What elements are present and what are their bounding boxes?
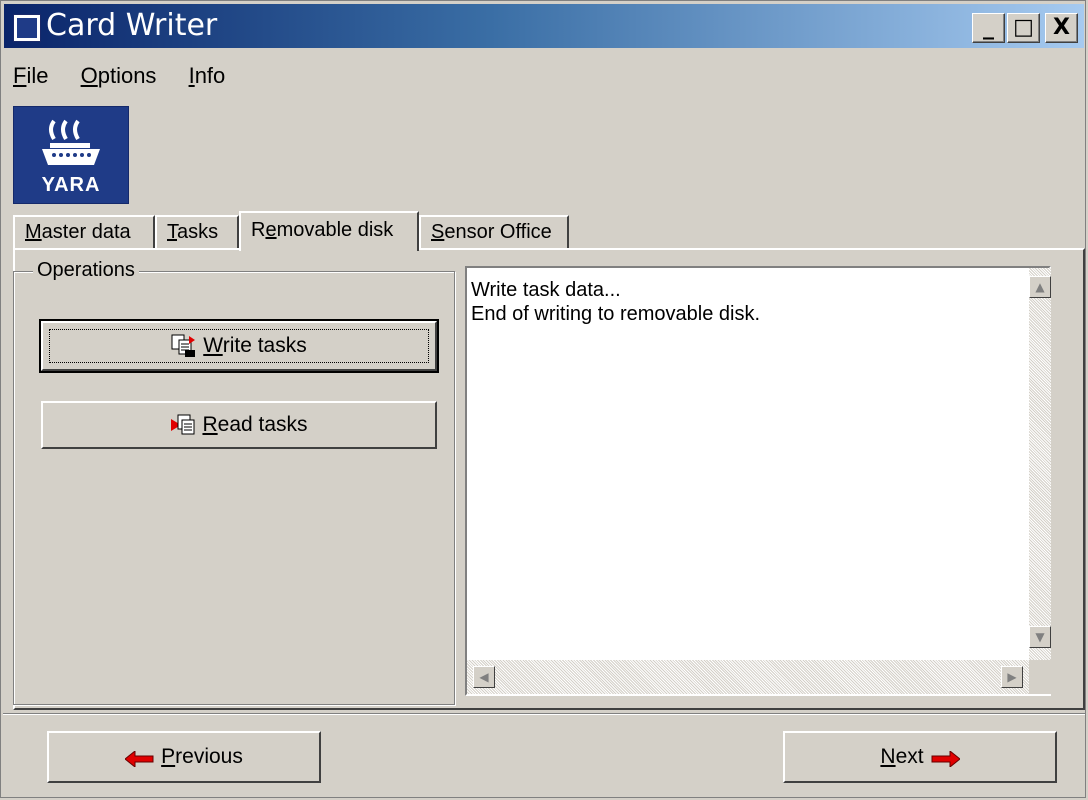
footer-divider (3, 713, 1085, 715)
menu-bar: File Options Info (13, 59, 251, 93)
previous-button[interactable]: Previous (47, 731, 321, 783)
close-button[interactable]: X (1045, 13, 1078, 43)
tab-master-data[interactable]: Master data (13, 215, 155, 249)
arrow-left-icon (124, 749, 155, 769)
minimize-button[interactable]: _ (972, 13, 1005, 43)
menu-options[interactable]: Options (81, 59, 157, 93)
scroll-left-arrow-icon[interactable]: ◀ (473, 666, 495, 688)
scroll-up-arrow-icon[interactable]: ▲ (1029, 276, 1051, 298)
app-icon[interactable] (13, 14, 41, 42)
log-line: Write task data... (471, 279, 621, 301)
scroll-down-arrow-icon[interactable]: ▼ (1029, 626, 1051, 648)
operations-label: Operations (33, 257, 139, 283)
logo-text: YARA (41, 174, 101, 196)
tab-sensor-office[interactable]: Sensor Office (419, 215, 569, 249)
log-textbox[interactable]: Write task data... End of writing to rem… (465, 266, 1051, 696)
next-button[interactable]: Next (783, 731, 1057, 783)
tab-removable-disk[interactable]: Removable disk (239, 211, 419, 251)
read-tasks-button[interactable]: Read tasks (41, 401, 437, 449)
write-tasks-icon (171, 334, 197, 358)
vertical-scrollbar[interactable]: ▲ ▼ (1029, 268, 1051, 660)
app-window: Card Writer _ □ X File Options Info YARA… (0, 0, 1086, 798)
menu-file[interactable]: File (13, 59, 48, 93)
write-tasks-button[interactable]: Write tasks (39, 319, 439, 373)
maximize-button[interactable]: □ (1007, 13, 1040, 43)
title-bar[interactable]: Card Writer _ □ X (4, 4, 1084, 48)
menu-info[interactable]: Info (189, 59, 226, 93)
log-line: End of writing to removable disk. (471, 303, 761, 325)
scrollbar-corner (1029, 660, 1051, 694)
horizontal-scrollbar[interactable]: ◀ ▶ (467, 660, 1029, 694)
viking-ship-icon (42, 119, 100, 165)
read-tasks-icon (170, 413, 196, 437)
yara-logo: YARA (13, 106, 129, 204)
arrow-right-icon (930, 749, 961, 769)
tab-tasks[interactable]: Tasks (155, 215, 239, 249)
scroll-right-arrow-icon[interactable]: ▶ (1001, 666, 1023, 688)
window-title: Card Writer (46, 8, 218, 43)
